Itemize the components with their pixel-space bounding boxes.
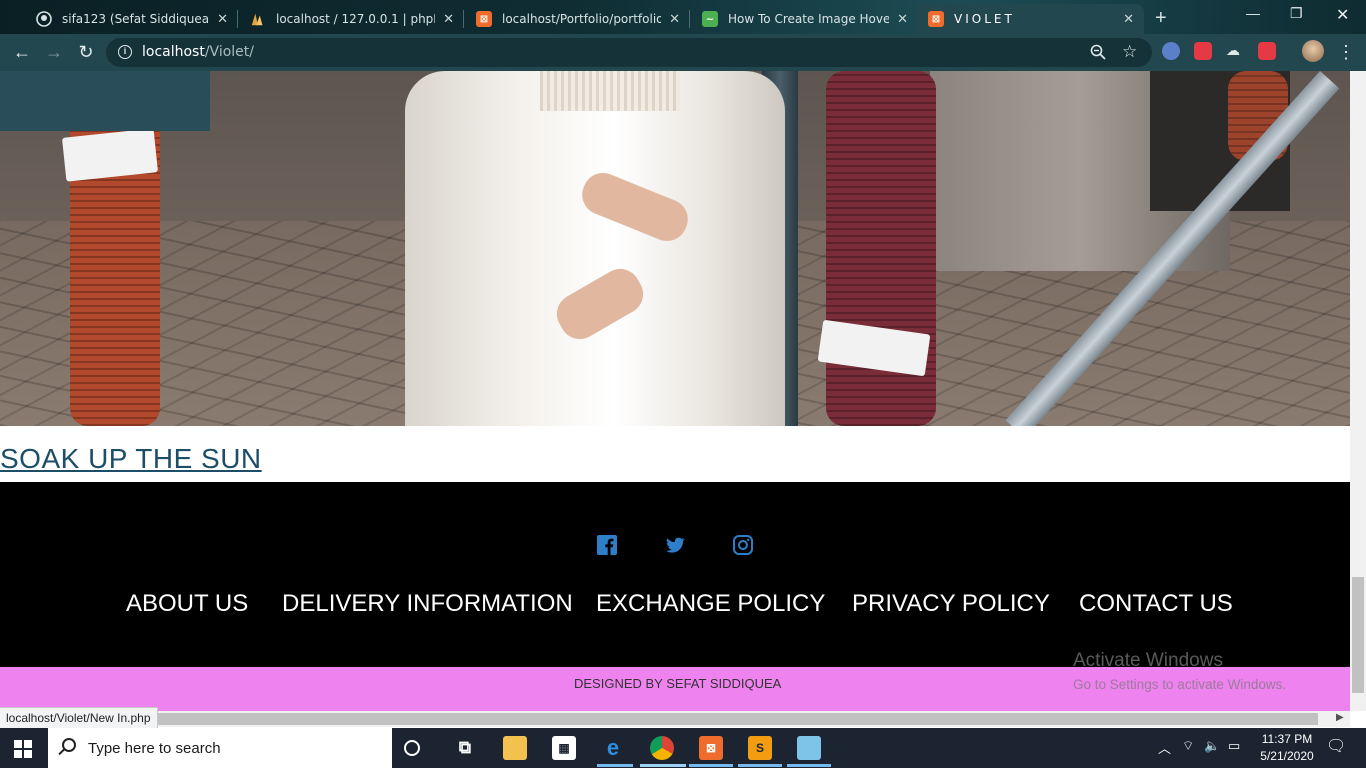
windows-taskbar: Type here to search ⧉ ▦ e ⊠ S ︿ ⌔ 🔈 ▭ 11…: [0, 728, 1366, 768]
sublime-text-icon[interactable]: S: [748, 736, 772, 760]
tab-title: VIOLET: [954, 12, 1015, 26]
notepad-active-indicator: [787, 764, 831, 767]
xampp-icon: ⊠: [476, 11, 492, 27]
tab-title: How To Create Image Hover O: [728, 12, 890, 26]
extension-cursor-icon[interactable]: [1162, 42, 1180, 60]
address-bar[interactable]: i localhost/Violet/ ☆: [106, 38, 1152, 67]
scroll-right-arrow-icon[interactable]: ▶: [1336, 712, 1344, 723]
credit-text: DESIGNED BY SEFAT SIDDIQUEA: [574, 676, 782, 691]
taskbar-search-placeholder: Type here to search: [88, 740, 221, 757]
close-icon[interactable]: ✕: [217, 12, 228, 27]
edge-active-indicator: [597, 764, 633, 767]
forward-icon[interactable]: →: [44, 42, 64, 62]
taskbar-search-box[interactable]: Type here to search: [48, 728, 392, 768]
tray-expand-icon[interactable]: ︿: [1158, 738, 1171, 757]
address-text[interactable]: localhost/Violet/: [142, 44, 254, 60]
footer-link-about-us[interactable]: ABOUT US: [126, 590, 248, 618]
cortana-icon[interactable]: [404, 740, 420, 756]
avatar[interactable]: [1302, 40, 1324, 62]
tab-github[interactable]: sifa123 (Sefat Siddiquea Sifa) ✕: [24, 4, 238, 34]
tab-title: localhost / 127.0.0.1 | phpMyA: [276, 12, 435, 26]
menu-kebab-icon[interactable]: ⋮: [1336, 42, 1356, 62]
zoom-icon[interactable]: [1090, 44, 1106, 64]
vertical-scrollbar-thumb[interactable]: [1352, 577, 1364, 693]
clock-date: 5/21/2020: [1260, 749, 1314, 763]
store-icon[interactable]: ▦: [552, 736, 576, 760]
xampp-icon[interactable]: ⊠: [699, 736, 723, 760]
phpmyadmin-icon: [250, 11, 266, 27]
sublime-active-indicator: [738, 764, 782, 767]
extension-cloud-icon[interactable]: ☁: [1226, 42, 1244, 60]
footer-link-delivery-information[interactable]: DELIVERY INFORMATION: [282, 590, 573, 618]
back-icon[interactable]: ←: [12, 42, 32, 62]
extension-pocket-icon[interactable]: [1194, 42, 1212, 60]
activate-windows-title: Activate Windows: [1073, 650, 1223, 671]
instagram-icon[interactable]: [732, 534, 754, 556]
horizontal-scrollbar-thumb[interactable]: [0, 713, 1318, 725]
edge-icon[interactable]: e: [601, 735, 625, 760]
window-close-icon[interactable]: ✕: [1336, 5, 1349, 25]
xampp-icon: ⊠: [928, 11, 944, 27]
browser-tab-strip: sifa123 (Sefat Siddiquea Sifa) ✕ localho…: [0, 0, 1366, 34]
site-footer: ABOUT US DELIVERY INFORMATION EXCHANGE P…: [0, 482, 1350, 667]
taskbar-clock[interactable]: 11:37 PM 5/21/2020: [1252, 731, 1322, 765]
footer-link-contact-us[interactable]: CONTACT US: [1079, 590, 1233, 618]
twitter-icon[interactable]: [664, 534, 686, 556]
xampp-active-indicator: [689, 764, 733, 767]
notifications-icon[interactable]: 🗨: [1326, 736, 1346, 756]
tab-title: sifa123 (Sefat Siddiquea Sifa): [62, 12, 210, 26]
close-icon[interactable]: ✕: [1123, 12, 1134, 27]
product-caption-link[interactable]: SOAK UP THE SUN: [0, 443, 262, 475]
activate-windows-subtitle: Go to Settings to activate Windows.: [1073, 677, 1287, 692]
footer-link-privacy-policy[interactable]: PRIVACY POLICY: [852, 590, 1050, 618]
close-icon[interactable]: ✕: [669, 12, 680, 27]
tab-phpmyadmin[interactable]: localhost / 127.0.0.1 | phpMyA ✕: [238, 4, 464, 34]
close-icon[interactable]: ✕: [897, 12, 908, 27]
minimize-icon[interactable]: —: [1246, 5, 1260, 21]
footer-link-exchange-policy[interactable]: EXCHANGE POLICY: [596, 590, 825, 618]
task-view-icon[interactable]: ⧉: [453, 736, 477, 760]
status-bubble-url: localhost/Violet/New In.php: [0, 707, 158, 729]
tab-portfolio[interactable]: ⊠ localhost/Portfolio/portfolio.ph ✕: [464, 4, 690, 34]
tab-title: localhost/Portfolio/portfolio.ph: [502, 12, 662, 26]
volume-icon[interactable]: 🔈: [1204, 738, 1220, 754]
notepad-icon[interactable]: [797, 736, 821, 760]
search-icon: [62, 738, 76, 752]
bookmark-star-icon[interactable]: ☆: [1122, 42, 1137, 62]
tab-violet[interactable]: ⊠ VIOLET ✕: [916, 4, 1144, 34]
hero-image[interactable]: [0, 71, 1350, 426]
clock-time: 11:37 PM: [1261, 732, 1313, 746]
battery-icon[interactable]: ▭: [1228, 738, 1240, 754]
chrome-active-indicator: [640, 764, 686, 767]
reload-icon[interactable]: ↻: [76, 42, 96, 62]
windows-start-icon[interactable]: [14, 740, 32, 758]
chrome-icon[interactable]: [650, 736, 674, 760]
page-viewport: SOAK UP THE SUN ABOUT US DELIVERY INFORM…: [0, 71, 1350, 711]
extension-pocket-icon[interactable]: [1258, 42, 1276, 60]
browser-toolbar: ← → ↻ i localhost/Violet/ ☆: [0, 34, 1366, 71]
new-tab-button[interactable]: +: [1155, 7, 1167, 30]
close-icon[interactable]: ✕: [443, 12, 454, 27]
wifi-icon[interactable]: ⌔: [1182, 738, 1194, 754]
file-explorer-icon[interactable]: [503, 736, 527, 760]
github-icon: [36, 11, 52, 27]
facebook-icon[interactable]: [596, 534, 618, 556]
info-icon[interactable]: i: [118, 45, 132, 59]
w3schools-icon: ~: [702, 11, 718, 27]
tab-w3schools[interactable]: ~ How To Create Image Hover O ✕: [690, 4, 918, 34]
restore-icon[interactable]: ❐: [1290, 5, 1303, 22]
